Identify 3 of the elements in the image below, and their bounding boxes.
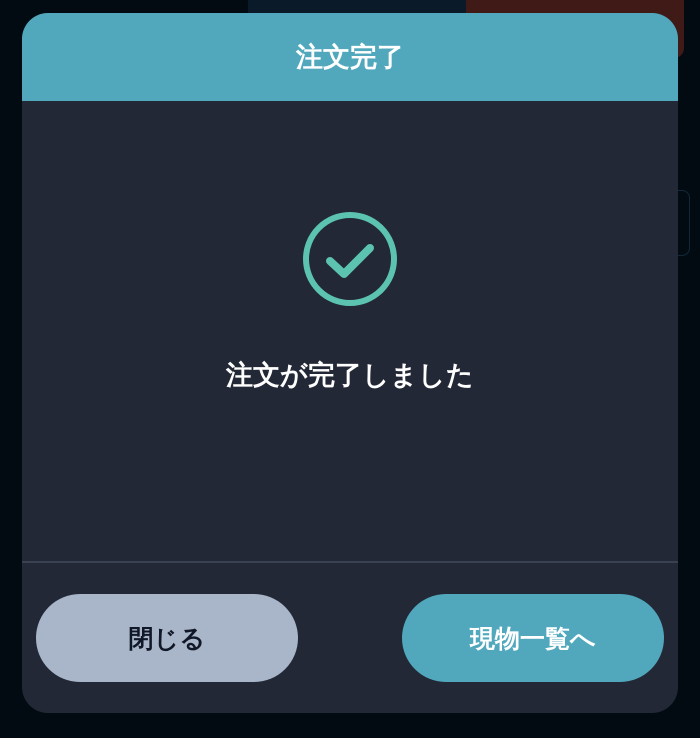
close-button[interactable]: 閉じる: [36, 594, 298, 682]
dialog-message: 注文が完了しました: [226, 359, 474, 393]
dialog-title: 注文完了: [296, 41, 404, 75]
